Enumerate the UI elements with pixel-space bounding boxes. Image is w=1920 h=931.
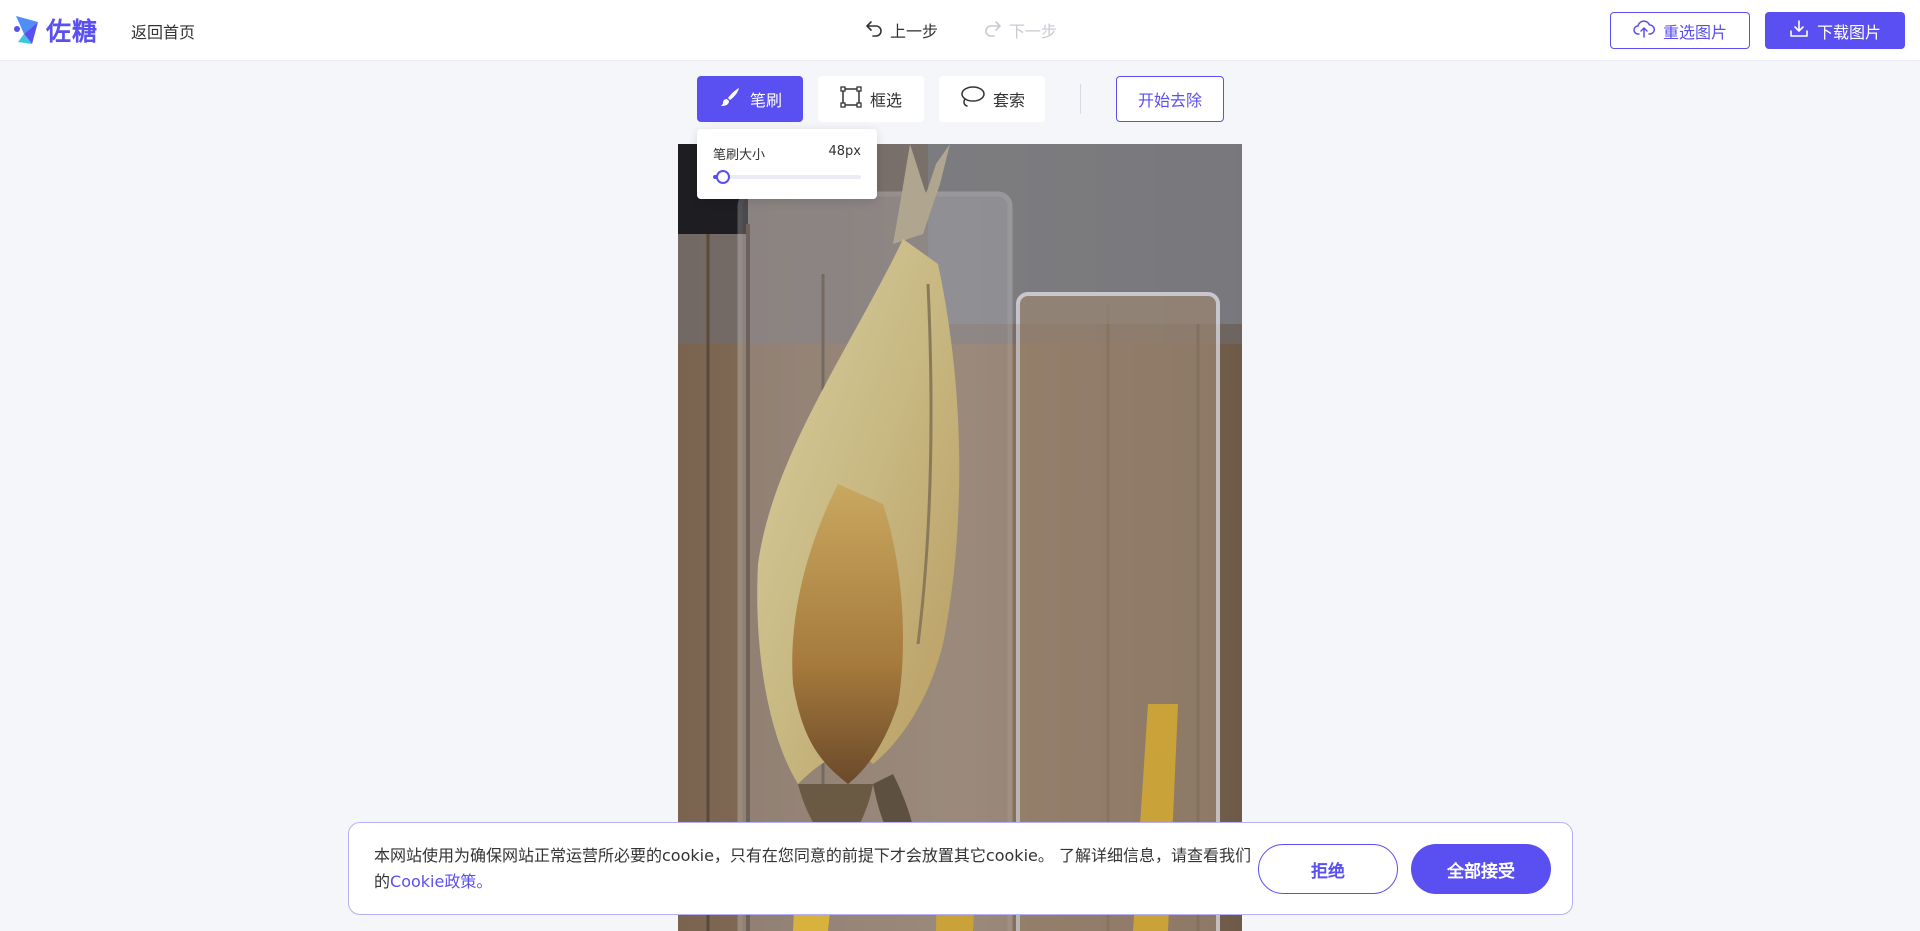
download-label: 下载图片 — [1816, 22, 1881, 42]
toolbar-divider — [1080, 84, 1081, 114]
undo-button[interactable]: 上一步 — [864, 18, 938, 42]
reject-cookies-button[interactable]: 拒绝 — [1258, 844, 1398, 894]
undo-arrow-icon — [864, 18, 890, 42]
download-image-button[interactable]: 下载图片 — [1765, 12, 1905, 49]
brush-label: 笔刷 — [749, 91, 782, 110]
logo-text: 佐糖 — [46, 17, 99, 46]
brush-size-value: 48px — [828, 144, 862, 159]
redo-button[interactable]: 下一步 — [983, 18, 1057, 42]
cookie-text-block: 本网站使用为确保网站正常运营所必要的cookie，只有在您同意的前提下才会放置其… — [374, 843, 1254, 895]
cookie-policy-link[interactable]: Cookie政策。 — [390, 872, 492, 891]
top-header: 佐糖 返回首页 上一步 下一步 重选图片 下载图片 — [0, 0, 1920, 61]
cookie-text: 本网站使用为确保网站正常运营所必要的cookie，只有在您同意的前提下才会放置其… — [374, 846, 1251, 891]
reselect-image-button[interactable]: 重选图片 — [1610, 12, 1750, 49]
start-remove-button[interactable]: 开始去除 — [1116, 76, 1224, 122]
cloud-upload-icon — [1633, 19, 1663, 42]
redo-label: 下一步 — [1009, 22, 1058, 41]
brush-size-popover: 笔刷大小 48px — [697, 129, 877, 199]
undo-label: 上一步 — [890, 22, 939, 41]
product-photo — [678, 144, 1242, 931]
brush-size-label: 笔刷大小 — [713, 148, 766, 163]
rect-label: 框选 — [869, 91, 902, 110]
logo[interactable]: 佐糖 — [12, 12, 98, 48]
slider-thumb[interactable] — [716, 170, 731, 184]
brush-size-slider[interactable] — [713, 170, 861, 184]
tool-rect-select[interactable]: 框选 — [818, 76, 924, 122]
back-home-link[interactable]: 返回首页 — [131, 19, 195, 43]
accept-all-cookies-button[interactable]: 全部接受 — [1411, 844, 1551, 894]
lasso-icon — [959, 85, 993, 113]
download-icon — [1789, 19, 1817, 42]
image-canvas[interactable] — [678, 144, 1242, 931]
zuotang-logo-icon — [12, 12, 42, 48]
rect-select-icon — [840, 86, 870, 112]
brush-icon — [718, 85, 750, 113]
reselect-label: 重选图片 — [1662, 22, 1727, 42]
tool-brush[interactable]: 笔刷 — [697, 76, 803, 122]
tool-lasso[interactable]: 套索 — [939, 76, 1045, 122]
cookie-banner: 本网站使用为确保网站正常运营所必要的cookie，只有在您同意的前提下才会放置其… — [348, 822, 1573, 915]
lasso-label: 套索 — [992, 91, 1025, 110]
redo-arrow-icon — [983, 18, 1009, 42]
